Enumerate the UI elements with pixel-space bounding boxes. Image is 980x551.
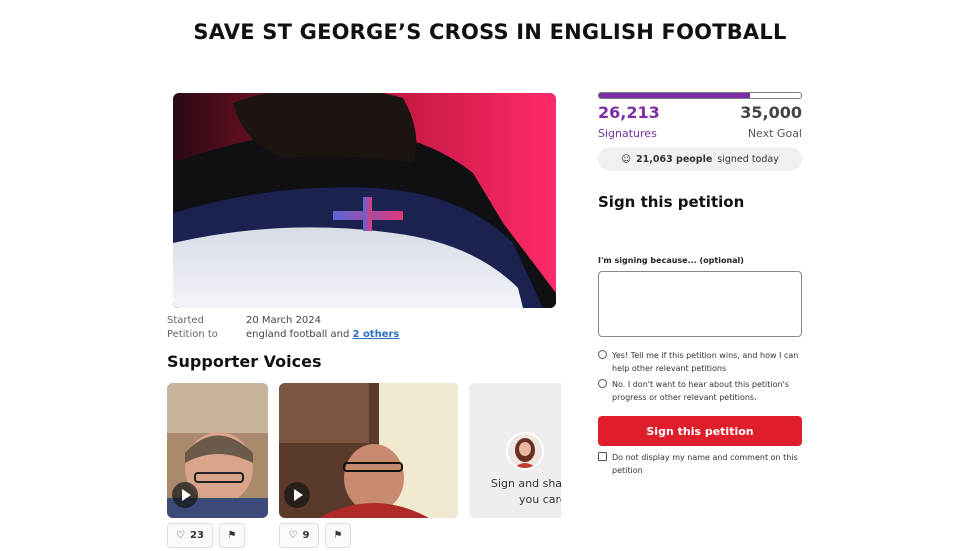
signature-count: 26,213 [598, 103, 660, 122]
heart-icon: ♡ [176, 530, 186, 541]
started-date: 20 March 2024 [246, 315, 322, 326]
petition-title: SAVE ST GEORGE’S CROSS IN ENGLISH FOOTBA… [193, 20, 787, 44]
flag-icon: ⚑ [333, 530, 343, 541]
petition-hero-image [173, 93, 556, 308]
petition-target: england football and [246, 329, 350, 340]
reason-label: I'm signing because... (optional) [598, 256, 744, 265]
play-icon[interactable] [284, 482, 310, 508]
sign-petition-button[interactable]: Sign this petition [598, 416, 802, 446]
goal-label: Next Goal [747, 127, 802, 140]
supporter-video-card[interactable] [279, 383, 458, 518]
hide-name-text: Do not display my name and comment on th… [612, 453, 798, 475]
started-label: Started [167, 315, 204, 326]
video-actions: ♡ 9 ⚑ [279, 523, 351, 548]
signed-today-badge: ☺ 21,063 people signed today [598, 147, 802, 171]
like-count: 23 [190, 530, 204, 541]
video-actions: ♡ 23 ⚑ [167, 523, 245, 548]
option-yes-text: Yes! Tell me if this petition wins, and … [612, 351, 799, 373]
heart-icon: ♡ [288, 530, 298, 541]
like-button[interactable]: ♡ 9 [279, 523, 319, 548]
signature-progress-bar [598, 92, 802, 99]
option-no[interactable]: No. I don't want to hear about this peti… [598, 378, 807, 404]
sign-heading: Sign this petition [598, 193, 745, 211]
yes-radio[interactable] [598, 350, 607, 359]
supporter-voices-heading: Supporter Voices [167, 352, 322, 371]
signatures-label: Signatures [598, 127, 657, 140]
option-no-text: No. I don't want to hear about this peti… [612, 380, 789, 402]
progress-fill [599, 93, 751, 98]
like-count: 9 [302, 530, 310, 541]
play-icon[interactable] [172, 482, 198, 508]
people-icon: ☺ [621, 153, 632, 165]
reason-textarea[interactable] [598, 271, 802, 337]
supporter-video-card[interactable] [167, 383, 268, 518]
avatar [506, 432, 544, 470]
others-link[interactable]: 2 others [353, 329, 400, 340]
no-radio[interactable] [598, 379, 607, 388]
report-button[interactable]: ⚑ [325, 523, 351, 548]
petition-meta: Started 20 March 2024 Petition to englan… [167, 314, 399, 342]
today-suffix: signed today [717, 153, 779, 165]
like-button[interactable]: ♡ 23 [167, 523, 213, 548]
goal-count: 35,000 [740, 103, 802, 122]
option-yes[interactable]: Yes! Tell me if this petition wins, and … [598, 349, 807, 375]
report-button[interactable]: ⚑ [219, 523, 245, 548]
hide-name-checkbox[interactable] [598, 452, 607, 461]
today-count: 21,063 people [636, 153, 713, 165]
sign-and-share-text: Sign and share why you care! [490, 477, 561, 506]
flag-icon: ⚑ [227, 530, 237, 541]
petition-to-label: Petition to [167, 329, 218, 340]
hide-name-option[interactable]: Do not display my name and comment on th… [598, 451, 807, 477]
sign-and-share-card[interactable]: Sign and share why you care! [469, 383, 561, 518]
